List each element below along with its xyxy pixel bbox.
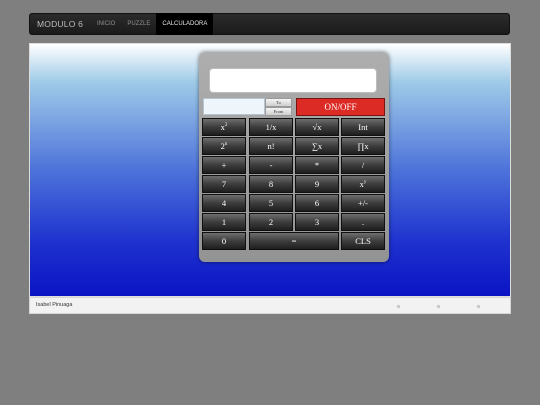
power-of-two-button[interactable]: 2n xyxy=(202,137,246,155)
top-navbar: MODULO 6 INICIO PUZZLE CALCULADORA xyxy=(29,13,510,35)
digit-6-button[interactable]: 6 xyxy=(295,194,339,212)
memory-controls: To From xyxy=(265,98,292,116)
calculator: To From ON/OFF x2 1/x √x Int 2n n! ∑x ∏x… xyxy=(199,52,389,262)
negate-button[interactable]: +/- xyxy=(341,194,385,212)
add-button[interactable]: + xyxy=(202,156,246,174)
calculator-display[interactable] xyxy=(209,68,377,93)
power-button[interactable]: xy xyxy=(341,175,385,193)
factorial-button[interactable]: n! xyxy=(249,137,293,155)
digit-5-button[interactable]: 5 xyxy=(249,194,293,212)
sqrt-button[interactable]: √x xyxy=(295,118,339,136)
int-button[interactable]: Int xyxy=(341,118,385,136)
subtract-button[interactable]: - xyxy=(249,156,293,174)
nav-link-calculadora[interactable]: CALCULADORA xyxy=(156,13,214,35)
circle-icon xyxy=(477,305,480,308)
digit-1-button[interactable]: 1 xyxy=(202,213,246,231)
sum-button[interactable]: ∑x xyxy=(295,137,339,155)
digit-7-button[interactable]: 7 xyxy=(202,175,246,193)
digit-2-button[interactable]: 2 xyxy=(249,213,293,231)
circle-icon xyxy=(437,305,440,308)
circle-icon xyxy=(397,305,400,308)
digit-0-button[interactable]: 0 xyxy=(202,232,246,250)
to-memory-button[interactable]: To xyxy=(265,98,292,107)
product-button[interactable]: ∏x xyxy=(341,137,385,155)
square-button[interactable]: x2 xyxy=(202,118,246,136)
nav-link-inicio[interactable]: INICIO xyxy=(91,13,121,35)
multiply-button[interactable]: * xyxy=(295,156,339,174)
memory-field[interactable] xyxy=(203,98,265,115)
footer: Isabel Pinuaga xyxy=(29,297,511,314)
on-off-button[interactable]: ON/OFF xyxy=(296,98,385,116)
digit-8-button[interactable]: 8 xyxy=(249,175,293,193)
digit-9-button[interactable]: 9 xyxy=(295,175,339,193)
clear-button[interactable]: CLS xyxy=(341,232,385,250)
equals-button[interactable]: = xyxy=(249,232,339,250)
digit-3-button[interactable]: 3 xyxy=(295,213,339,231)
reciprocal-button[interactable]: 1/x xyxy=(249,118,293,136)
footer-author: Isabel Pinuaga xyxy=(36,302,73,308)
digit-4-button[interactable]: 4 xyxy=(202,194,246,212)
from-memory-button[interactable]: From xyxy=(265,107,292,116)
nav-link-puzzle[interactable]: PUZZLE xyxy=(121,13,156,35)
keypad: x2 1/x √x Int 2n n! ∑x ∏x + - * / 7 8 9 … xyxy=(202,118,386,250)
decimal-button[interactable]: . xyxy=(341,213,385,231)
brand-title[interactable]: MODULO 6 xyxy=(30,19,91,29)
divide-button[interactable]: / xyxy=(341,156,385,174)
